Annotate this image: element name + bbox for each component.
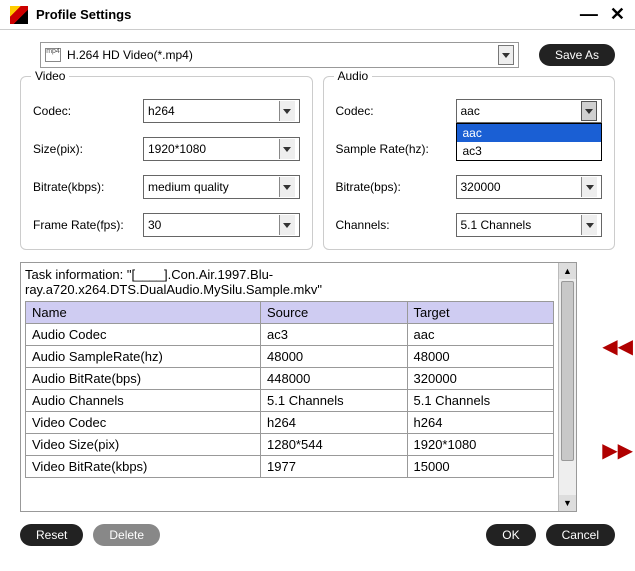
table-cell: Video Codec bbox=[26, 412, 261, 434]
chevron-down-icon bbox=[279, 139, 295, 159]
table-row: Audio Channels5.1 Channels5.1 Channels bbox=[26, 390, 554, 412]
audio-codec-label: Codec: bbox=[336, 104, 456, 118]
titlebar: Profile Settings — ✕ bbox=[0, 0, 635, 30]
table-row: Audio SampleRate(hz)4800048000 bbox=[26, 346, 554, 368]
audio-panel: Audio Codec: aac aac ac3 Sample Rate(hz)… bbox=[323, 76, 616, 250]
scroll-down-icon[interactable]: ▼ bbox=[559, 495, 576, 511]
table-cell: 448000 bbox=[261, 368, 407, 390]
ok-button[interactable]: OK bbox=[486, 524, 535, 546]
audio-samplerate-label: Sample Rate(hz): bbox=[336, 142, 456, 156]
table-row: Video Codech264h264 bbox=[26, 412, 554, 434]
table-header: Target bbox=[407, 302, 554, 324]
table-cell: Audio Channels bbox=[26, 390, 261, 412]
table-cell: 5.1 Channels bbox=[261, 390, 407, 412]
profile-select-text: H.264 HD Video(*.mp4) bbox=[67, 48, 498, 62]
table-cell: Audio SampleRate(hz) bbox=[26, 346, 261, 368]
table-cell: 320000 bbox=[407, 368, 554, 390]
chevron-down-icon bbox=[279, 177, 295, 197]
table-row: Video Size(pix)1280*5441920*1080 bbox=[26, 434, 554, 456]
video-panel: Video Codec: h264 Size(pix): 1920*1080 B… bbox=[20, 76, 313, 250]
audio-heading: Audio bbox=[334, 69, 373, 83]
table-cell: Video Size(pix) bbox=[26, 434, 261, 456]
video-codec-label: Codec: bbox=[33, 104, 143, 118]
table-cell: h264 bbox=[407, 412, 554, 434]
profile-format-icon: mp4 bbox=[45, 48, 61, 62]
video-fps-label: Frame Rate(fps): bbox=[33, 218, 143, 232]
info-table: NameSourceTarget Audio Codecac3aacAudio … bbox=[25, 301, 554, 478]
table-row: Video BitRate(kbps)197715000 bbox=[26, 456, 554, 478]
scroll-up-icon[interactable]: ▲ bbox=[559, 263, 576, 279]
video-fps-select[interactable]: 30 bbox=[143, 213, 300, 237]
table-cell: Audio Codec bbox=[26, 324, 261, 346]
table-cell: ac3 bbox=[261, 324, 407, 346]
vertical-scrollbar[interactable]: ▲ ▼ bbox=[558, 263, 576, 511]
audio-bitrate-select[interactable]: 320000 bbox=[456, 175, 603, 199]
table-cell: Audio BitRate(bps) bbox=[26, 368, 261, 390]
audio-codec-select[interactable]: aac aac ac3 bbox=[456, 99, 603, 123]
table-cell: 48000 bbox=[261, 346, 407, 368]
table-cell: 1280*544 bbox=[261, 434, 407, 456]
table-cell: h264 bbox=[261, 412, 407, 434]
table-row: Audio BitRate(bps)448000320000 bbox=[26, 368, 554, 390]
chevron-down-icon bbox=[498, 45, 514, 65]
window-title: Profile Settings bbox=[36, 7, 580, 22]
table-cell: 1920*1080 bbox=[407, 434, 554, 456]
reset-button[interactable]: Reset bbox=[20, 524, 83, 546]
scrollbar-thumb[interactable] bbox=[561, 281, 574, 461]
table-cell: 15000 bbox=[407, 456, 554, 478]
table-cell: Video BitRate(kbps) bbox=[26, 456, 261, 478]
delete-button[interactable]: Delete bbox=[93, 524, 160, 546]
chevron-down-icon bbox=[581, 215, 597, 235]
chevron-down-icon bbox=[279, 215, 295, 235]
prev-arrow-icon[interactable]: ◀◀ bbox=[602, 334, 633, 359]
chevron-down-icon bbox=[581, 177, 597, 197]
table-cell: 48000 bbox=[407, 346, 554, 368]
close-button[interactable]: ✕ bbox=[610, 4, 625, 25]
video-size-select[interactable]: 1920*1080 bbox=[143, 137, 300, 161]
audio-codec-dropdown: aac ac3 bbox=[456, 123, 603, 161]
table-cell: 1977 bbox=[261, 456, 407, 478]
video-codec-select[interactable]: h264 bbox=[143, 99, 300, 123]
video-bitrate-label: Bitrate(kbps): bbox=[33, 180, 143, 194]
chevron-down-icon bbox=[581, 101, 597, 121]
table-cell: 5.1 Channels bbox=[407, 390, 554, 412]
minimize-button[interactable]: — bbox=[580, 4, 598, 25]
table-header: Name bbox=[26, 302, 261, 324]
audio-channels-select[interactable]: 5.1 Channels bbox=[456, 213, 603, 237]
table-header: Source bbox=[261, 302, 407, 324]
next-arrow-icon[interactable]: ▶▶ bbox=[602, 438, 633, 463]
task-info-text: Task information: "[____].Con.Air.1997.B… bbox=[25, 267, 554, 297]
profile-select[interactable]: mp4 H.264 HD Video(*.mp4) bbox=[40, 42, 519, 68]
table-row: Audio Codecac3aac bbox=[26, 324, 554, 346]
task-info-area: Task information: "[____].Con.Air.1997.B… bbox=[20, 262, 577, 512]
video-size-label: Size(pix): bbox=[33, 142, 143, 156]
dropdown-option-ac3[interactable]: ac3 bbox=[457, 142, 602, 160]
audio-channels-label: Channels: bbox=[336, 218, 456, 232]
video-bitrate-select[interactable]: medium quality bbox=[143, 175, 300, 199]
save-as-button[interactable]: Save As bbox=[539, 44, 615, 66]
table-cell: aac bbox=[407, 324, 554, 346]
video-heading: Video bbox=[31, 69, 69, 83]
chevron-down-icon bbox=[279, 101, 295, 121]
app-logo-icon bbox=[10, 6, 28, 24]
audio-bitrate-label: Bitrate(bps): bbox=[336, 180, 456, 194]
cancel-button[interactable]: Cancel bbox=[546, 524, 615, 546]
dropdown-option-aac[interactable]: aac bbox=[457, 124, 602, 142]
